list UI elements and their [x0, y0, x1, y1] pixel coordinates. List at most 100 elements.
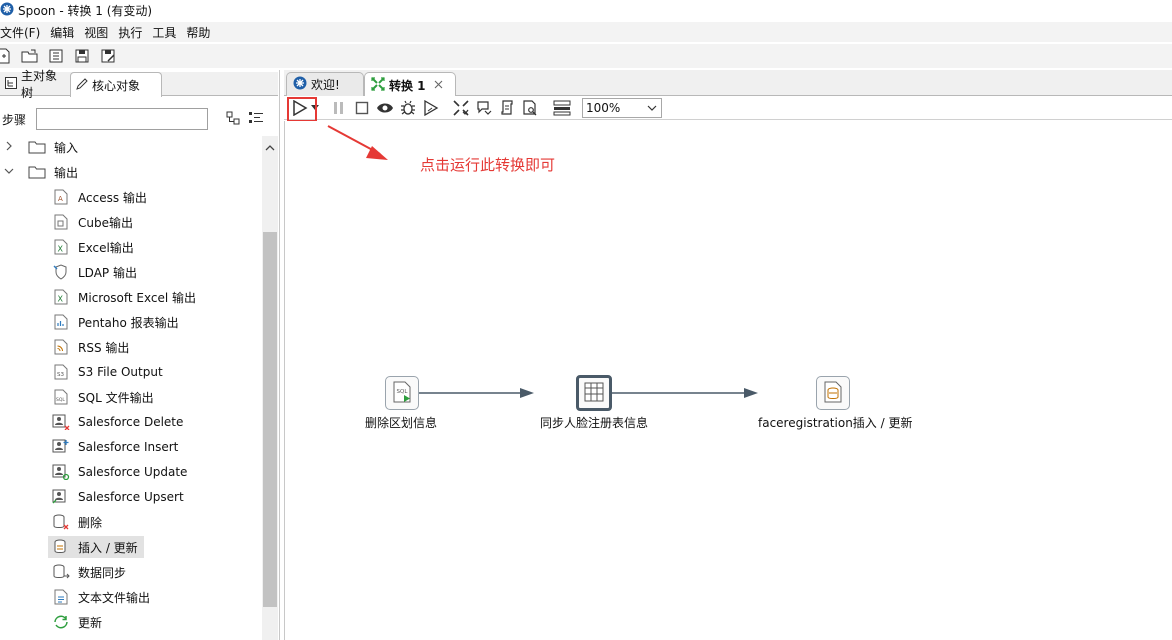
tree-step-label: Pentaho 报表输出 — [78, 315, 179, 330]
spoon-logo-icon — [0, 2, 14, 19]
tree-step-label: S3 File Output — [78, 365, 163, 379]
spoon-logo-icon — [293, 76, 307, 93]
svg-text:X: X — [58, 295, 64, 304]
zoom-select[interactable]: 100% — [582, 98, 662, 118]
tree-step-data-sync[interactable]: 数据同步 — [52, 561, 126, 583]
tab-core-objects-label: 核心对象 — [92, 78, 141, 93]
tree-step-label: 更新 — [78, 615, 103, 630]
svg-text:SQL: SQL — [56, 397, 65, 403]
show-results-icon[interactable] — [550, 98, 574, 118]
tree-step-text-file-output[interactable]: 文本文件输出 — [52, 586, 150, 608]
tree-step-sql-file-output[interactable]: SQL SQL 文件输出 — [52, 386, 154, 408]
svg-text:A: A — [58, 195, 63, 203]
tree-step-excel-output[interactable]: X Excel输出 — [52, 236, 134, 258]
menu-file[interactable]: 文件(F) — [0, 24, 45, 41]
tree-step-delete[interactable]: 删除 — [52, 511, 102, 533]
tree-scrollbar[interactable] — [262, 136, 278, 640]
sql-generate-icon[interactable] — [497, 98, 517, 118]
debug-bug-icon[interactable] — [398, 98, 418, 118]
tree-step-cube-output[interactable]: Cube输出 — [52, 211, 133, 233]
main-toolbar — [0, 44, 1172, 68]
tab-transformation-1[interactable]: 转换 1 — [364, 72, 456, 97]
excel-output-icon: X — [52, 238, 70, 256]
step-search-input[interactable] — [36, 108, 208, 130]
tree-folder-label: 输出 — [54, 165, 79, 180]
table-input-icon — [583, 381, 605, 406]
save-icon[interactable] — [72, 46, 92, 66]
tree-folder-label: 输入 — [54, 140, 79, 155]
chevron-down-icon[interactable] — [647, 102, 657, 116]
tree-step-label: RSS 输出 — [78, 340, 130, 355]
expand-all-icon[interactable] — [226, 111, 240, 128]
close-tab-icon[interactable] — [434, 78, 443, 92]
tree-folder-output[interactable]: 输出 — [4, 161, 78, 183]
tab-welcome[interactable]: 欢迎! — [286, 72, 364, 96]
chevron-right-icon[interactable] — [4, 140, 18, 154]
menu-tools[interactable]: 工具 — [147, 24, 181, 41]
tree-folder-input[interactable]: 输入 — [4, 136, 78, 158]
tree-step-label: 数据同步 — [78, 565, 127, 580]
tab-welcome-label: 欢迎! — [311, 78, 340, 92]
data-sync-icon — [52, 563, 70, 581]
replay-icon[interactable] — [421, 98, 441, 118]
tree-step-ms-excel-output[interactable]: X Microsoft Excel 输出 — [52, 286, 196, 308]
tree-step-ldap-output[interactable]: LDAP 输出 — [52, 261, 137, 283]
menu-edit[interactable]: 编辑 — [45, 24, 79, 41]
salesforce-delete-icon — [52, 413, 70, 431]
step-faceregistration-insert-update[interactable] — [816, 376, 850, 410]
explore-repository-icon[interactable] — [46, 46, 66, 66]
tree-step-access-output[interactable]: A Access 输出 — [52, 186, 147, 208]
scroll-up-icon[interactable] — [265, 141, 275, 155]
scrollbar-thumb[interactable] — [263, 232, 277, 607]
run-button-highlight — [287, 97, 317, 122]
explore-database-icon[interactable] — [520, 98, 540, 118]
salesforce-upsert-icon — [52, 488, 70, 506]
left-panel: 主对象树 核心对象 步骤 输入 输出 A Access 输出 Cube输出 X … — [0, 69, 280, 640]
tree-step-label: Access 输出 — [78, 190, 147, 205]
tree-step-s3-file-output[interactable]: S3 S3 File Output — [52, 361, 163, 383]
tree-step-label: Microsoft Excel 输出 — [78, 290, 197, 305]
step-label: 删除区划信息 — [365, 416, 438, 430]
tree-step-pentaho-report[interactable]: Pentaho 报表输出 — [52, 311, 179, 333]
verify-icon[interactable] — [451, 98, 471, 118]
step-search-row: 步骤 — [0, 106, 278, 132]
menu-run[interactable]: 执行 — [113, 24, 147, 41]
tree-step-label: Salesforce Upsert — [78, 490, 184, 504]
preview-eye-icon[interactable] — [375, 98, 395, 118]
tree-step-salesforce-update[interactable]: Salesforce Update — [52, 461, 187, 483]
tree-step-update[interactable]: 更新 — [52, 611, 102, 633]
delete-icon — [52, 513, 70, 531]
tree-step-salesforce-delete[interactable]: Salesforce Delete — [52, 411, 183, 433]
stop-icon[interactable] — [352, 98, 372, 118]
zoom-value: 100% — [586, 101, 621, 115]
step-sync-face-registration[interactable] — [576, 375, 612, 411]
hop-arrow[interactable] — [612, 388, 758, 398]
pentaho-report-icon — [52, 313, 70, 331]
new-file-icon[interactable] — [0, 46, 14, 66]
menu-view[interactable]: 视图 — [79, 24, 113, 41]
tree-step-label: Salesforce Delete — [78, 415, 184, 429]
cube-output-icon — [52, 213, 70, 231]
impact-analysis-icon[interactable] — [474, 98, 494, 118]
open-file-icon[interactable] — [20, 46, 40, 66]
tree-step-rss-output[interactable]: RSS 输出 — [52, 336, 129, 358]
menu-bar: 文件(F) 编辑 视图 执行 工具 帮助 — [0, 22, 1172, 42]
tree-step-salesforce-upsert[interactable]: Salesforce Upsert — [52, 486, 184, 508]
tab-main-tree[interactable]: 主对象树 — [0, 69, 70, 100]
chevron-down-icon[interactable] — [4, 165, 18, 179]
tree-step-insert-update[interactable]: 插入 / 更新 — [48, 536, 144, 558]
menu-help[interactable]: 帮助 — [181, 24, 215, 41]
step-label: 步骤 — [2, 112, 27, 127]
pencil-icon — [76, 77, 88, 93]
tab-core-objects[interactable]: 核心对象 — [70, 72, 162, 97]
access-output-icon: A — [52, 188, 70, 206]
pause-icon[interactable] — [329, 98, 349, 118]
tree-step-salesforce-insert[interactable]: Salesforce Insert — [52, 436, 178, 458]
step-label: 同步人脸注册表信息 — [540, 416, 649, 430]
step-delete-region[interactable]: SQL — [385, 376, 419, 410]
hop-arrow[interactable] — [419, 388, 534, 398]
salesforce-update-icon — [52, 463, 70, 481]
collapse-all-icon[interactable] — [248, 111, 264, 128]
save-as-icon[interactable] — [98, 46, 118, 66]
ms-excel-output-icon: X — [52, 288, 70, 306]
